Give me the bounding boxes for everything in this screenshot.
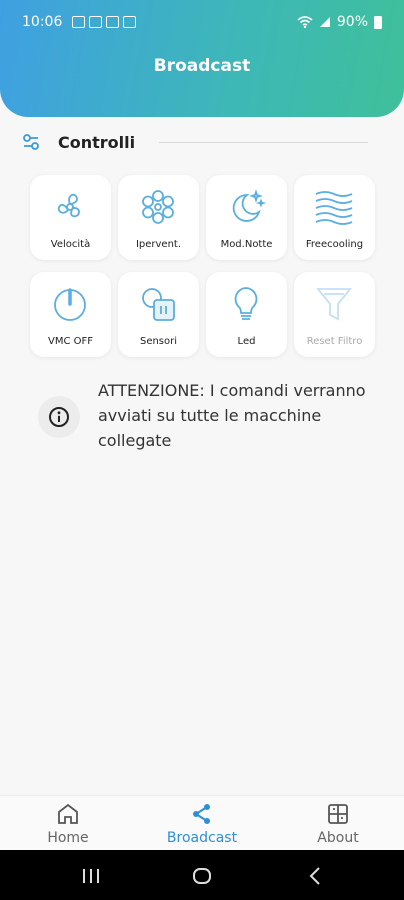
page-title: Broadcast: [153, 56, 251, 76]
status-time: 10:06: [22, 14, 63, 30]
wifi-icon: [297, 16, 313, 28]
tab-home[interactable]: Home: [8, 796, 128, 851]
filter-icon: [316, 288, 352, 321]
calendar-notification-icon: [72, 16, 86, 28]
tab-home-label: Home: [47, 830, 89, 846]
warning-notice: ATTENZIONE: I comandi verranno avviati s…: [38, 378, 378, 453]
info-icon-container: [38, 396, 80, 438]
back-icon[interactable]: [305, 865, 327, 887]
moon-stars-icon: [232, 189, 266, 222]
tab-about[interactable]: About: [278, 796, 398, 851]
recent-apps-icon[interactable]: [80, 865, 102, 887]
about-icon: [328, 804, 348, 824]
tab-broadcast[interactable]: Broadcast: [142, 796, 262, 851]
vmc-off-label: VMC OFF: [47, 336, 93, 347]
freecooling-label: Freecooling: [305, 239, 364, 250]
ipervent-button[interactable]: Ipervent.: [118, 175, 199, 260]
power-icon: [54, 288, 86, 321]
bottom-tab-bar: Home Broadcast About: [0, 795, 404, 850]
sensori-button[interactable]: Sensori: [118, 272, 199, 357]
velocita-label: Velocità: [50, 239, 91, 250]
app-notification-icon: [106, 16, 120, 28]
tab-about-label: About: [317, 830, 359, 846]
controls-grid: Velocità Ipervent. Mod.Notte Freecooling…: [30, 175, 377, 357]
vmc-off-button[interactable]: VMC OFF: [30, 272, 111, 357]
info-icon: [49, 407, 69, 427]
system-nav-bar: [0, 850, 404, 900]
share-icon: [193, 804, 210, 824]
home-icon: [58, 803, 78, 824]
led-button[interactable]: Led: [206, 272, 287, 357]
battery-icon: [374, 15, 382, 29]
freecooling-button[interactable]: Freecooling: [294, 175, 375, 260]
snowflake-fan-icon: [142, 190, 174, 224]
signal-icon: [319, 17, 330, 27]
warning-text: ATTENZIONE: I comandi verranno avviati s…: [98, 381, 366, 450]
ipervent-label: Ipervent.: [135, 239, 182, 250]
waves-icon: [315, 191, 353, 225]
mail-notification-icon: [89, 16, 103, 28]
fan-icon: [57, 193, 80, 218]
led-label: Led: [237, 336, 256, 347]
bulb-icon: [234, 287, 258, 320]
image-notification-icon: [123, 16, 137, 28]
velocita-button[interactable]: Velocità: [30, 175, 111, 260]
section-divider: [159, 141, 368, 143]
status-bar: 10:06 90%: [22, 12, 382, 32]
home-button-icon[interactable]: [191, 865, 213, 887]
mod-notte-button[interactable]: Mod.Notte: [206, 175, 287, 260]
app-header: 10:06 90% Broadcast: [0, 0, 404, 117]
sensor-icon: [142, 288, 175, 321]
mod-notte-label: Mod.Notte: [220, 239, 273, 250]
reset-filtro-button[interactable]: Reset Filtro: [294, 272, 375, 357]
controls-icon: [23, 134, 39, 150]
section-label: Controlli: [58, 132, 136, 152]
section-header: Controlli: [22, 128, 368, 156]
sensori-label: Sensori: [139, 336, 178, 347]
battery-percent: 90%: [336, 14, 368, 30]
tab-broadcast-label: Broadcast: [166, 830, 238, 846]
reset-filtro-label: Reset Filtro: [306, 336, 363, 347]
